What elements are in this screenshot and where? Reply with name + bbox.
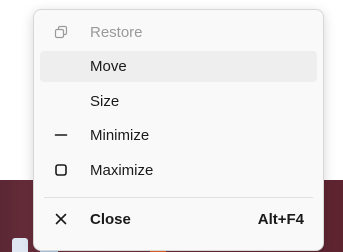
menu-item-label: Move bbox=[90, 58, 127, 75]
menu-item-close[interactable]: Close Alt+F4 bbox=[40, 204, 317, 235]
window-system-menu: Restore Move Size Minimize Maximize Clos… bbox=[33, 9, 324, 251]
menu-item-minimize[interactable]: Minimize bbox=[40, 120, 317, 151]
minimize-icon bbox=[54, 134, 68, 136]
taskbar-app-icon[interactable] bbox=[12, 238, 28, 252]
menu-item-label: Minimize bbox=[90, 127, 150, 144]
menu-item-label: Maximize bbox=[90, 162, 154, 179]
menu-separator bbox=[44, 197, 313, 198]
menu-item-move[interactable]: Move bbox=[40, 51, 317, 82]
menu-item-label: Restore bbox=[90, 24, 143, 41]
maximize-icon bbox=[55, 164, 67, 176]
menu-item-size[interactable]: Size bbox=[40, 86, 317, 117]
restore-icon bbox=[54, 25, 68, 39]
menu-item-maximize[interactable]: Maximize bbox=[40, 155, 317, 186]
menu-item-restore[interactable]: Restore bbox=[40, 17, 317, 48]
keyboard-shortcut: Alt+F4 bbox=[257, 211, 304, 228]
menu-item-label: Size bbox=[90, 93, 120, 110]
menu-item-label: Close bbox=[90, 211, 131, 228]
close-icon bbox=[55, 213, 67, 225]
